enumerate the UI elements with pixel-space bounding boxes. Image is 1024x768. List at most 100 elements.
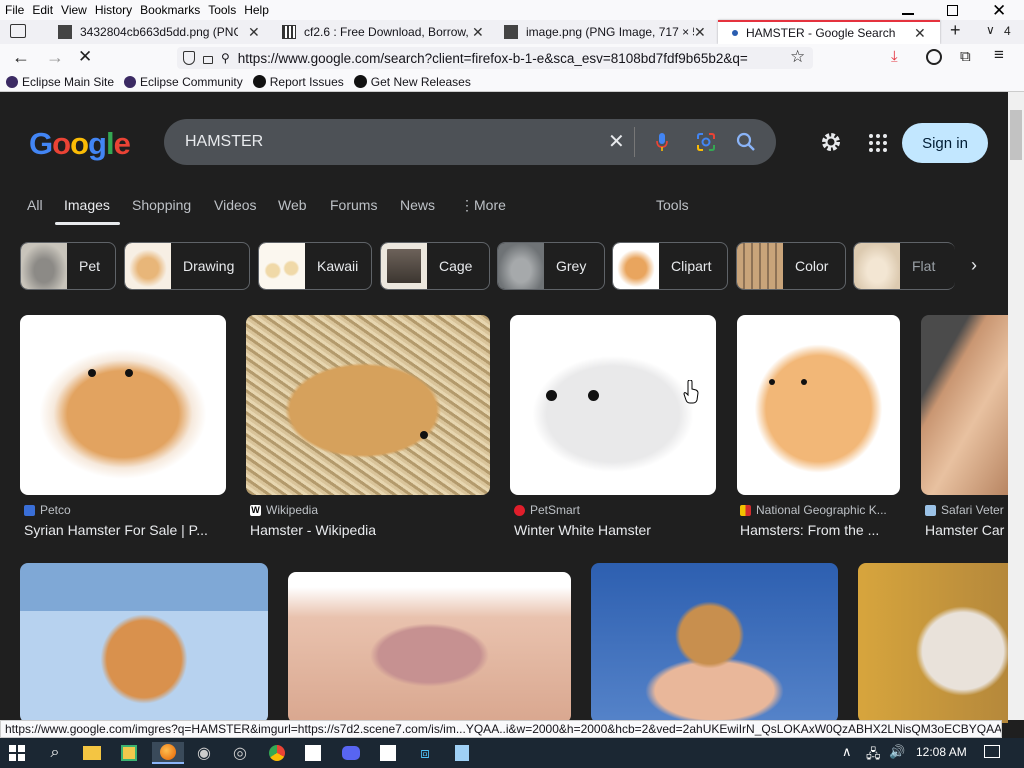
chevron-right-icon[interactable]: › xyxy=(971,255,977,276)
tab-shopping[interactable]: Shopping xyxy=(132,197,191,213)
chip-grey[interactable]: Grey xyxy=(497,242,605,290)
permissions-icon[interactable]: ⚲ xyxy=(221,51,230,65)
tab-image-png[interactable]: image.png (PNG Image, 717 × 5 ✕ xyxy=(494,20,716,44)
back-icon[interactable]: ← xyxy=(12,47,30,68)
menu-hamburger-icon[interactable]: ≡ xyxy=(994,45,1004,65)
search-icon[interactable]: ⌕ xyxy=(44,742,66,764)
chip-pet[interactable]: Pet xyxy=(20,242,116,290)
tab-forums[interactable]: Forums xyxy=(330,197,377,213)
shield-icon[interactable] xyxy=(183,51,195,65)
result-title[interactable]: Hamster - Wikipedia xyxy=(250,522,480,538)
result-image[interactable] xyxy=(20,315,226,495)
result-title[interactable]: Hamsters: From the ... xyxy=(740,522,900,538)
google-logo[interactable]: Google xyxy=(29,126,131,162)
windows-start-icon[interactable] xyxy=(9,745,25,761)
file-explorer-icon[interactable] xyxy=(81,742,103,764)
stop-loading-icon[interactable]: ✕ xyxy=(78,47,92,67)
notifications-icon[interactable] xyxy=(984,745,1000,758)
chip-cage[interactable]: Cage xyxy=(380,242,490,290)
result-image[interactable] xyxy=(20,563,268,723)
url-text[interactable]: https://www.google.com/search?client=fir… xyxy=(238,51,748,66)
result-source[interactable]: Safari Veter xyxy=(925,503,1008,517)
tab-news[interactable]: News xyxy=(400,197,435,213)
url-bar[interactable]: ⚲ https://www.google.com/search?client=f… xyxy=(177,47,813,69)
discord-icon[interactable] xyxy=(340,742,362,764)
search-icon[interactable] xyxy=(736,132,756,152)
microphone-icon[interactable] xyxy=(655,132,669,152)
result-image[interactable] xyxy=(858,563,1008,723)
sign-in-button[interactable]: Sign in xyxy=(902,123,988,163)
tab-web[interactable]: Web xyxy=(278,197,307,213)
menu-tools[interactable]: Tools xyxy=(205,0,239,20)
menu-bookmarks[interactable]: Bookmarks xyxy=(137,0,203,20)
tab-png-image[interactable]: 3432804cb663d5dd.png (PNG Ir ✕ xyxy=(48,20,270,44)
result-source[interactable]: PetSmart xyxy=(514,503,714,517)
result-source[interactable]: W Wikipedia xyxy=(250,503,480,517)
chrome-icon[interactable] xyxy=(266,742,288,764)
chip-flat[interactable]: Flat xyxy=(853,242,955,290)
clock[interactable]: 12:08 AM xyxy=(916,745,967,759)
new-tab-icon[interactable]: + xyxy=(950,20,961,41)
app-icon[interactable]: ⧈ xyxy=(414,742,436,764)
menu-history[interactable]: History xyxy=(92,0,135,20)
tab-videos[interactable]: Videos xyxy=(214,197,257,213)
volume-icon[interactable]: 🔊 xyxy=(889,744,905,760)
scrollbar-thumb[interactable] xyxy=(1010,110,1022,160)
tab-overview-icon[interactable] xyxy=(10,24,26,38)
result-source[interactable]: National Geographic K... xyxy=(740,503,900,517)
result-source[interactable]: Petco xyxy=(24,503,224,517)
bookmark-get-new-releases[interactable]: Get New Releases xyxy=(353,75,471,89)
menu-edit[interactable]: Edit xyxy=(29,0,56,20)
tab-hamster-search[interactable]: HAMSTER - Google Search ✕ xyxy=(718,20,940,44)
search-input[interactable]: HAMSTER xyxy=(185,133,263,151)
notepad-icon[interactable] xyxy=(451,742,473,764)
chip-drawing[interactable]: Drawing xyxy=(124,242,250,290)
clear-icon[interactable]: ✕ xyxy=(608,129,625,154)
download-icon[interactable]: ⤓ xyxy=(891,48,898,65)
result-image[interactable] xyxy=(737,315,900,495)
close-tab-icon[interactable]: ✕ xyxy=(914,25,926,42)
chip-clipart[interactable]: Clipart xyxy=(612,242,728,290)
restore-icon[interactable] xyxy=(947,5,958,16)
close-tab-icon[interactable]: ✕ xyxy=(248,24,260,41)
tab-all[interactable]: All xyxy=(27,197,43,213)
scrollbar[interactable] xyxy=(1008,92,1024,720)
result-image[interactable] xyxy=(921,315,1008,495)
lock-icon[interactable] xyxy=(203,56,213,64)
extensions-icon[interactable]: ⧉ xyxy=(960,48,971,65)
result-image[interactable] xyxy=(591,563,838,723)
apps-grid-icon[interactable] xyxy=(868,133,888,153)
result-title[interactable]: Syrian Hamster For Sale | P... xyxy=(24,522,224,538)
app-icon[interactable] xyxy=(377,742,399,764)
bookmark-report-issues[interactable]: Report Issues xyxy=(252,75,344,89)
steam-icon[interactable]: ◉ xyxy=(193,742,215,764)
chip-kawaii[interactable]: Kawaii xyxy=(258,242,372,290)
minimize-icon[interactable] xyxy=(902,13,914,15)
tab-list-chevron-icon[interactable]: ∨ xyxy=(986,23,995,37)
account-icon[interactable] xyxy=(926,49,942,65)
menu-file[interactable]: File xyxy=(2,0,27,20)
lens-icon[interactable] xyxy=(696,132,716,152)
result-image[interactable] xyxy=(246,315,490,495)
bookmark-eclipse-main[interactable]: Eclipse Main Site xyxy=(6,75,114,89)
tab-images[interactable]: Images xyxy=(64,197,110,213)
result-image[interactable] xyxy=(288,572,571,723)
app-icon[interactable] xyxy=(302,742,324,764)
tray-chevron-icon[interactable]: ∧ xyxy=(842,744,852,760)
network-icon[interactable]: 🖧 xyxy=(866,745,881,767)
result-title[interactable]: Winter White Hamster xyxy=(514,522,714,538)
search-box[interactable]: HAMSTER ✕ xyxy=(164,119,776,165)
app-icon[interactable] xyxy=(118,742,140,764)
close-tab-icon[interactable]: ✕ xyxy=(694,24,706,41)
close-tab-icon[interactable]: ✕ xyxy=(472,24,484,41)
result-image[interactable] xyxy=(510,315,716,495)
app-icon[interactable]: ◎ xyxy=(229,742,251,764)
menu-help[interactable]: Help xyxy=(241,0,272,20)
tab-more[interactable]: More xyxy=(474,197,506,213)
firefox-taskbar-icon[interactable] xyxy=(152,742,184,764)
close-window-icon[interactable]: ✕ xyxy=(992,1,1006,21)
forward-icon[interactable]: → xyxy=(46,47,64,68)
result-title[interactable]: Hamster Car xyxy=(925,522,1008,538)
settings-gear-icon[interactable] xyxy=(820,131,842,153)
bookmark-star-icon[interactable]: ☆ xyxy=(790,47,805,67)
